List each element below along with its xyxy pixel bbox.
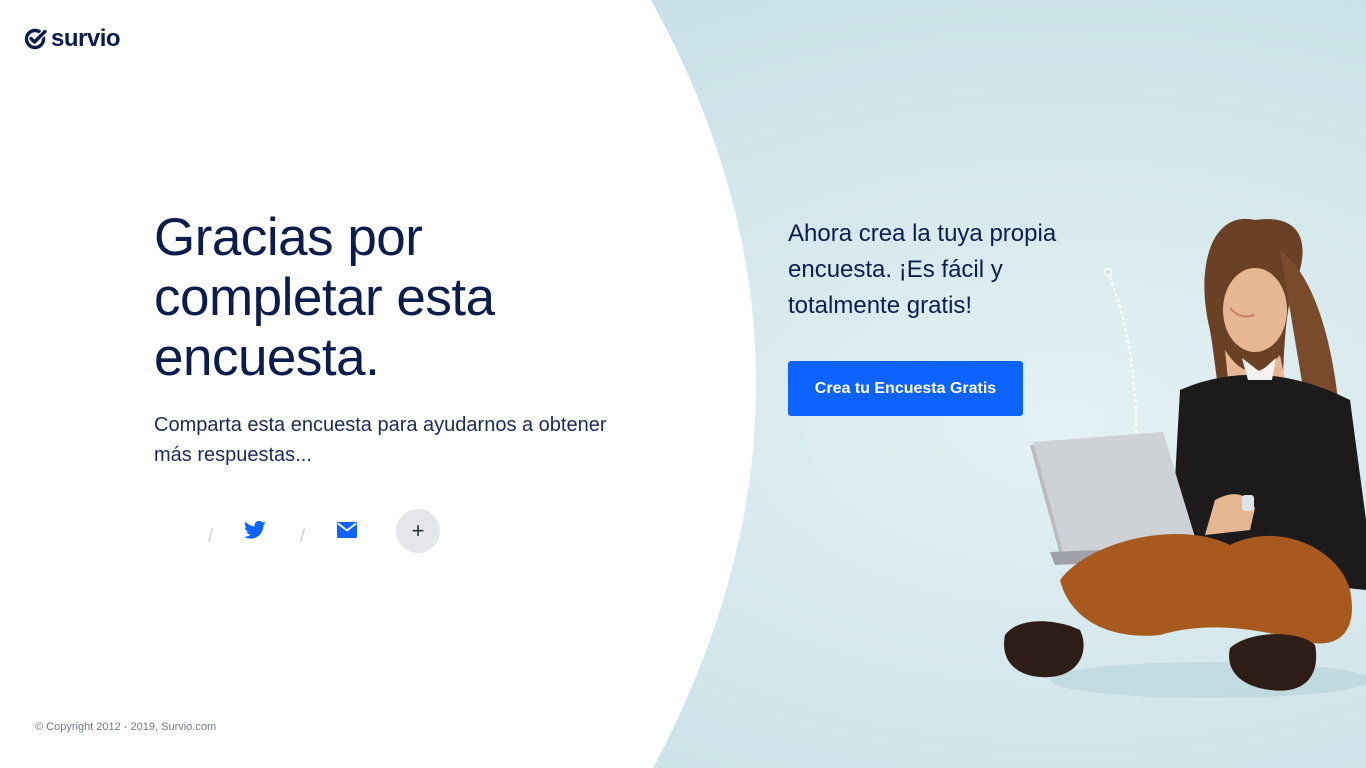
- thank-you-page: survio Gracias por completar esta encues…: [0, 0, 1366, 768]
- share-separator: /: [208, 526, 214, 546]
- thank-you-content: Gracias por completar esta encuesta. Com…: [154, 208, 634, 470]
- copyright-text: © Copyright 2012 - 2019, Survio.com: [35, 721, 217, 733]
- plus-icon: +: [411, 518, 425, 543]
- twitter-icon: [244, 520, 266, 539]
- email-icon: [337, 522, 357, 538]
- logo-wordmark: survio: [51, 25, 121, 52]
- facebook-icon: [166, 520, 186, 540]
- share-separator: /: [300, 526, 306, 546]
- share-twitter-button[interactable]: [237, 512, 273, 548]
- check-logo-icon: [24, 27, 48, 50]
- woman-with-laptop-illustration: [1004, 218, 1366, 698]
- share-bar: / / +: [154, 506, 474, 556]
- more-share-options-button[interactable]: +: [396, 509, 440, 553]
- page-title: Gracias por completar esta encuesta.: [154, 208, 495, 387]
- share-facebook-button[interactable]: [158, 512, 194, 548]
- survio-logo[interactable]: survio: [24, 25, 121, 52]
- share-prompt: Comparta esta encuesta para ayudarnos a …: [154, 414, 607, 466]
- share-email-button[interactable]: [329, 512, 365, 548]
